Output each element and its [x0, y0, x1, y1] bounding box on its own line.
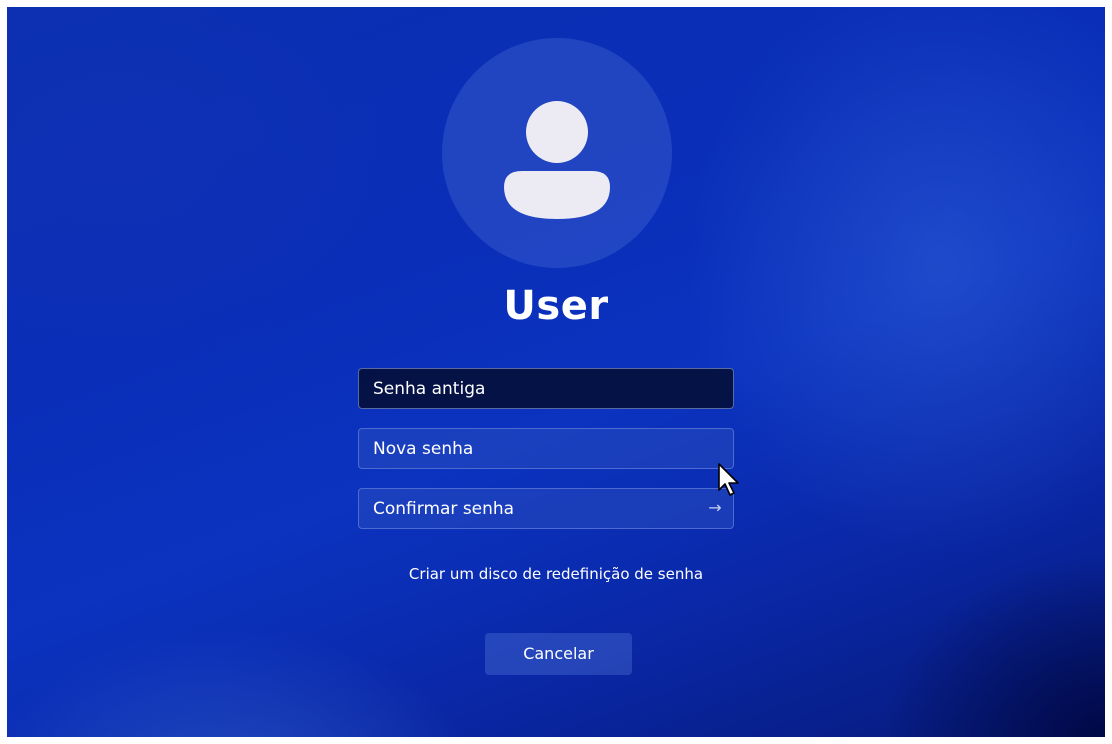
- reset-disk-link-row: Criar um disco de redefinição de senha: [7, 565, 1105, 583]
- new-password-field[interactable]: [358, 428, 734, 469]
- user-silhouette-icon: [504, 101, 610, 219]
- new-password-input[interactable]: [359, 429, 689, 468]
- cancel-button[interactable]: Cancelar: [485, 633, 632, 675]
- confirm-password-field[interactable]: →: [358, 488, 734, 529]
- old-password-field[interactable]: [358, 368, 734, 409]
- mouse-cursor-icon: [718, 463, 739, 496]
- arrow-right-icon[interactable]: →: [705, 498, 725, 518]
- avatar: [442, 38, 672, 268]
- reset-disk-link[interactable]: Criar um disco de redefinição de senha: [409, 565, 703, 583]
- old-password-input[interactable]: [359, 369, 689, 408]
- user-name: User: [503, 283, 609, 329]
- lock-screen: User → Criar um disco de redefinição de …: [7, 7, 1105, 737]
- confirm-password-input[interactable]: [359, 489, 689, 528]
